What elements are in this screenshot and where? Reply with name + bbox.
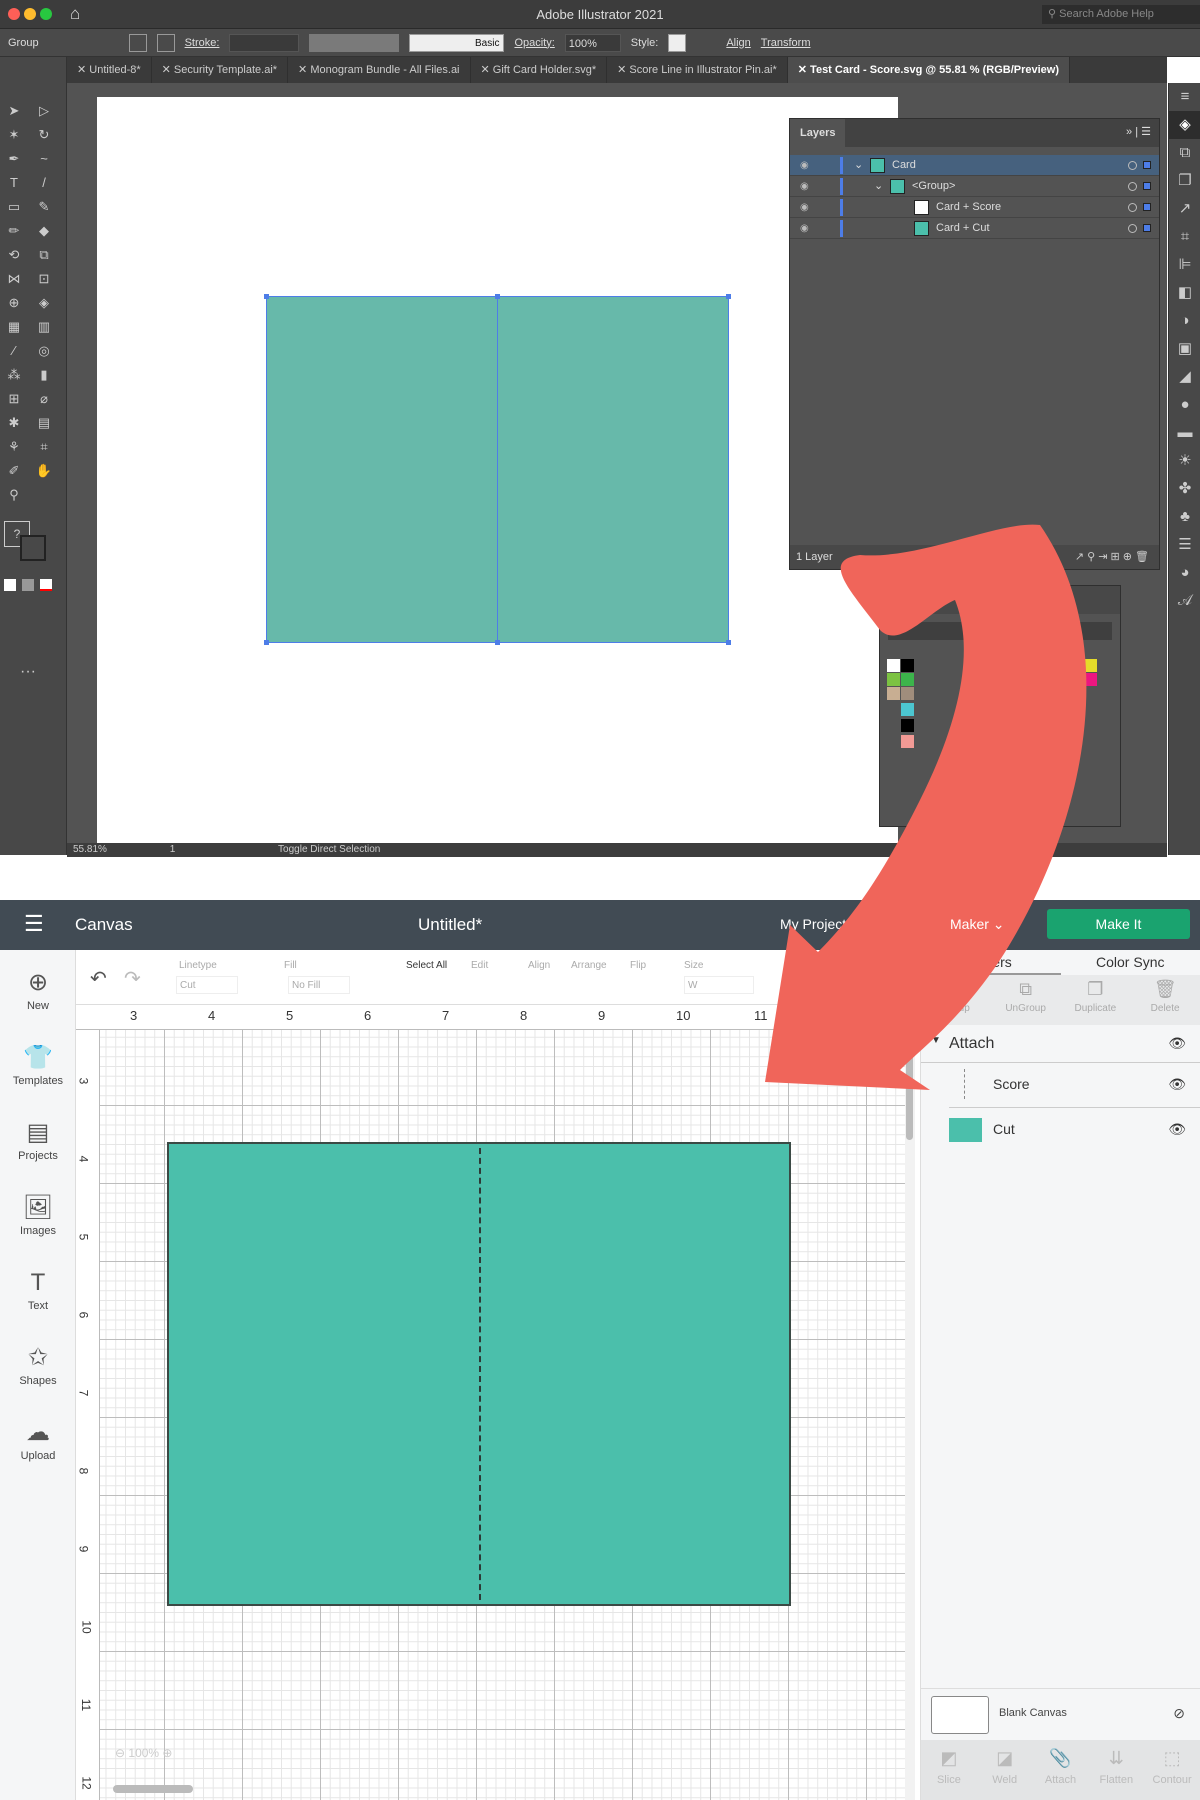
red-curved-arrow-icon bbox=[765, 524, 1087, 1090]
curved-arrow-overlay bbox=[765, 524, 1087, 1090]
machine-name: Maker bbox=[950, 916, 989, 932]
machine-select[interactable]: Maker ⌄ bbox=[950, 916, 1005, 933]
